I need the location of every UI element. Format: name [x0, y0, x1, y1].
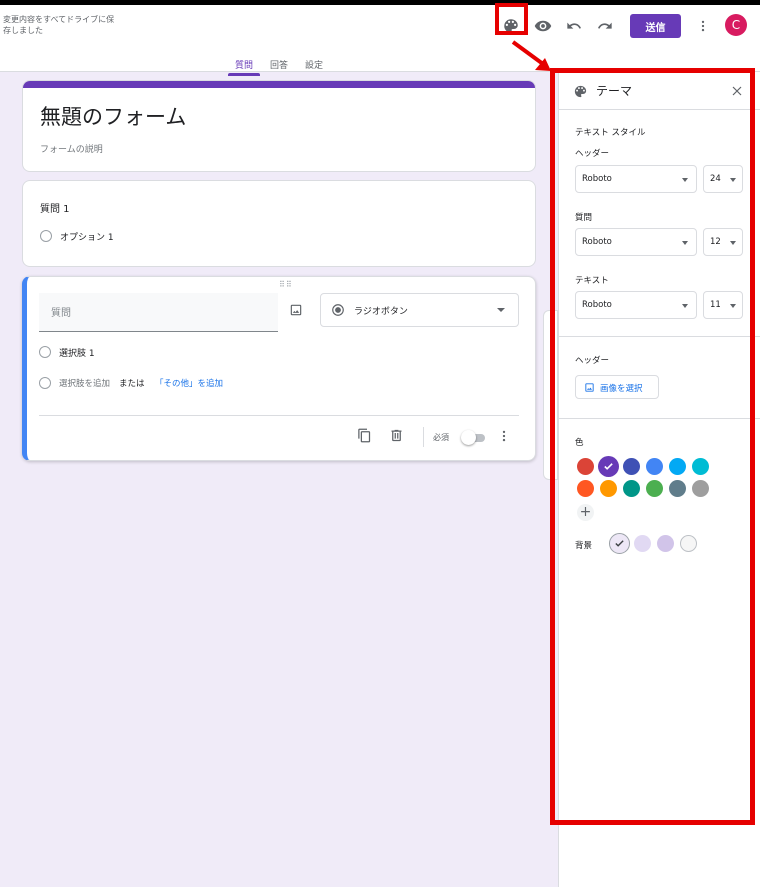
background-swatch[interactable]: [609, 533, 630, 554]
drag-handle-icon[interactable]: ⠿⠿: [279, 280, 293, 289]
color-label: 色: [575, 438, 584, 448]
color-swatch[interactable]: [692, 458, 709, 475]
text-style-label: テキスト スタイル: [575, 128, 646, 138]
check-icon: [598, 456, 619, 477]
question-font-label: 質問: [575, 213, 593, 223]
text-font-value: Roboto: [582, 300, 612, 310]
question-title: 質問 1: [40, 204, 70, 215]
panel-divider: [559, 418, 760, 419]
add-option-link[interactable]: 選択肢を追加: [59, 377, 110, 389]
question-type-label: ラジオボタン: [354, 307, 408, 317]
send-button[interactable]: 送信: [630, 14, 681, 38]
color-swatch[interactable]: [623, 458, 640, 475]
header-image-label: ヘッダー: [575, 356, 610, 366]
panel-divider: [559, 336, 760, 337]
question-size-value: 12: [710, 237, 721, 247]
theme-panel-header: テーマ: [559, 72, 760, 110]
text-size-select[interactable]: 11: [703, 291, 743, 319]
undo-icon[interactable]: [562, 14, 586, 38]
more-vert-icon[interactable]: [497, 428, 511, 447]
floating-toolbar[interactable]: [543, 310, 558, 480]
chevron-down-icon: [730, 241, 736, 245]
delete-icon[interactable]: [389, 428, 404, 447]
text-font-select[interactable]: Roboto: [575, 291, 697, 319]
color-swatch[interactable]: [669, 480, 686, 497]
footer-divider: [39, 415, 519, 416]
header-size-select[interactable]: 24: [703, 165, 743, 193]
theme-panel-title: テーマ: [596, 84, 633, 98]
color-swatch[interactable]: [646, 480, 663, 497]
background-swatch[interactable]: [680, 535, 697, 552]
form-title[interactable]: 無題のフォーム: [40, 101, 186, 131]
top-bar: 変更内容をすべてドライブに保存しました 送信 C 質問 回答 設定: [0, 0, 760, 76]
background-label: 背景: [575, 541, 593, 551]
question-font-value: Roboto: [582, 237, 612, 247]
choose-image-button[interactable]: 画像を選択: [575, 375, 659, 399]
more-vert-icon[interactable]: [691, 14, 715, 38]
add-custom-color-icon[interactable]: +: [577, 504, 594, 521]
form-title-card: 無題のフォーム フォームの説明: [22, 80, 536, 172]
add-other-link[interactable]: 「その他」を追加: [155, 377, 223, 389]
color-swatch[interactable]: [598, 456, 619, 477]
palette-icon: [574, 85, 587, 98]
image-icon: [585, 383, 594, 392]
add-image-icon[interactable]: [289, 302, 303, 321]
chevron-down-icon: [730, 304, 736, 308]
preview-eye-icon[interactable]: [531, 14, 555, 38]
question-font-select[interactable]: Roboto: [575, 228, 697, 256]
radio-circle-icon: [39, 377, 51, 389]
question-size-select[interactable]: 12: [703, 228, 743, 256]
header-font-label: ヘッダー: [575, 149, 610, 159]
avatar[interactable]: C: [725, 14, 747, 36]
palette-highlight-annotation: [495, 3, 528, 35]
tab-questions[interactable]: 質問: [235, 58, 253, 71]
footer-separator: [423, 427, 424, 447]
color-swatch[interactable]: [600, 480, 617, 497]
text-font-label: テキスト: [575, 276, 609, 286]
required-label: 必須: [433, 433, 449, 442]
chevron-down-icon: [497, 308, 505, 312]
close-icon[interactable]: [731, 85, 743, 97]
save-status: 変更内容をすべてドライブに保存しました: [3, 15, 115, 35]
chevron-down-icon: [730, 178, 736, 182]
question-type-select[interactable]: ラジオボタン: [320, 293, 519, 327]
header-size-value: 24: [710, 174, 721, 184]
color-swatch[interactable]: [669, 458, 686, 475]
tab-settings[interactable]: 設定: [305, 58, 323, 71]
active-tab-indicator: [228, 73, 260, 76]
check-icon: [610, 534, 629, 553]
choice-label[interactable]: 選択肢 1: [59, 346, 95, 359]
color-swatch[interactable]: [646, 458, 663, 475]
tab-responses[interactable]: 回答: [270, 58, 288, 71]
radio-circle-icon: [39, 346, 51, 358]
color-swatch[interactable]: [577, 458, 594, 475]
background-swatch[interactable]: [657, 535, 674, 552]
chevron-down-icon: [682, 304, 688, 308]
background-swatch[interactable]: [634, 535, 651, 552]
title-card-accent: [23, 81, 535, 88]
chevron-down-icon: [682, 241, 688, 245]
color-swatch[interactable]: [692, 480, 709, 497]
header-font-select[interactable]: Roboto: [575, 165, 697, 193]
radio-button-icon: [332, 304, 344, 316]
redo-icon[interactable]: [593, 14, 617, 38]
header-font-value: Roboto: [582, 174, 612, 184]
theme-panel: テーマ テキスト スタイル ヘッダー Roboto 24 質問 Roboto 1…: [558, 72, 760, 887]
form-description[interactable]: フォームの説明: [40, 142, 103, 155]
required-toggle-thumb[interactable]: [461, 430, 476, 445]
question-input[interactable]: 質問: [39, 293, 278, 332]
question-card-1[interactable]: 質問 1 オプション 1: [22, 180, 536, 267]
or-text: または: [119, 379, 145, 389]
color-swatch[interactable]: [623, 480, 640, 497]
question-card-2[interactable]: ⠿⠿ 質問 ラジオボタン 選択肢 1 選択肢を追加 または 「その他」を追加 必…: [22, 276, 536, 461]
text-size-value: 11: [710, 300, 721, 310]
choose-image-label: 画像を選択: [600, 384, 643, 394]
duplicate-icon[interactable]: [357, 428, 372, 447]
color-swatch[interactable]: [577, 480, 594, 497]
option-label: オプション 1: [60, 233, 114, 243]
chevron-down-icon: [682, 178, 688, 182]
annotation-arrow: [511, 40, 551, 71]
radio-circle-icon: [40, 230, 52, 242]
